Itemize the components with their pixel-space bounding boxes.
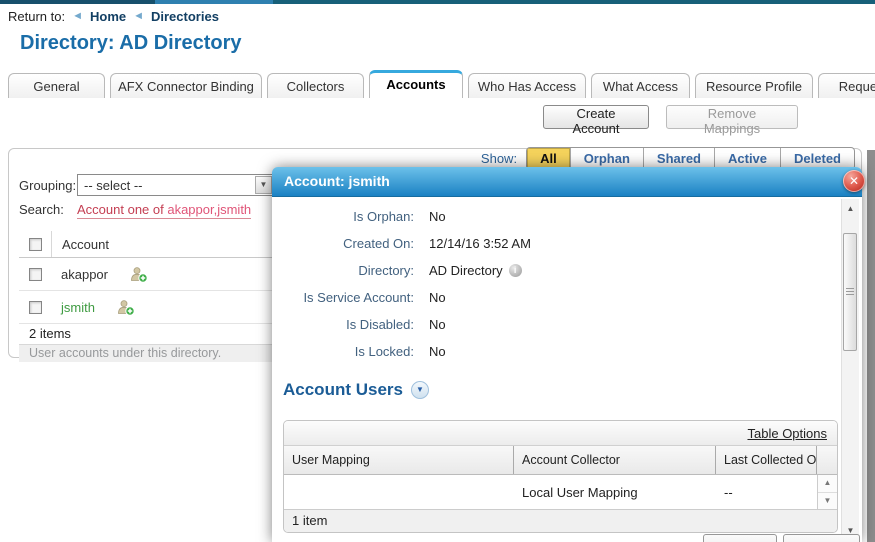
dialog-footer-button-partial[interactable] — [703, 534, 777, 542]
column-header-account-collector[interactable]: Account Collector — [514, 446, 716, 474]
table-toolbar: Table Options — [284, 421, 837, 446]
account-users-table: Table Options User Mapping Account Colle… — [283, 420, 838, 533]
back-arrow-icon: ◄ — [133, 11, 144, 22]
select-all-checkbox[interactable] — [29, 238, 42, 251]
top-accent-bar — [0, 0, 875, 4]
field-label: Is Locked: — [272, 344, 414, 359]
filter-active[interactable]: Active — [714, 148, 780, 169]
field-label: Directory: — [272, 263, 414, 278]
dialog-scrollbar[interactable]: ▲ ▼ — [841, 199, 859, 542]
account-link[interactable]: jsmith — [61, 300, 95, 315]
field-value: No — [429, 209, 446, 224]
account-collector-cell: Local User Mapping — [514, 485, 716, 500]
page-title: Directory: AD Directory — [20, 32, 242, 55]
grip-icon — [846, 288, 854, 296]
field-row: Is Orphan: No — [272, 203, 531, 230]
close-icon[interactable]: ✕ — [843, 170, 865, 192]
chevron-down-icon[interactable]: ▼ — [411, 381, 429, 399]
app-window: Return to: ◄ Home ◄ Directories Director… — [0, 0, 875, 542]
table-options-link[interactable]: Table Options — [748, 426, 828, 441]
field-value: 12/14/16 3:52 AM — [429, 236, 531, 251]
account-column-header[interactable]: Account — [62, 237, 109, 252]
tab-resource-profile[interactable]: Resource Profile — [695, 73, 813, 98]
grouping-select[interactable]: -- select -- ▼ — [77, 174, 275, 196]
grouping-selected-value: -- select -- — [84, 178, 143, 193]
inner-scrollbar: ▲ ▼ — [817, 475, 837, 509]
field-value: AD Directory — [429, 263, 503, 278]
grouping-label: Grouping: — [19, 178, 77, 193]
column-header-last-collected-on[interactable]: Last Collected On — [716, 446, 817, 474]
show-label: Show: — [481, 151, 517, 166]
page-edge-strip — [867, 150, 875, 542]
search-label: Search: — [19, 202, 77, 217]
dialog-footer-button-partial[interactable] — [783, 534, 860, 542]
dialog-title: Account: jsmith — [284, 167, 390, 196]
field-label: Is Disabled: — [272, 317, 414, 332]
breadcrumb: Return to: ◄ Home ◄ Directories — [8, 9, 219, 24]
search-criteria-terms: akappor,jsmith — [167, 202, 251, 217]
field-row: Is Locked: No — [272, 338, 531, 365]
scroll-up-icon[interactable]: ▲ — [818, 475, 837, 493]
tab-accounts[interactable]: Accounts — [369, 70, 463, 98]
tab-general[interactable]: General — [8, 73, 105, 98]
grouping-row: Grouping: -- select -- ▼ — [19, 174, 275, 196]
last-collected-on-cell: -- — [716, 485, 817, 500]
column-header-user-mapping[interactable]: User Mapping — [284, 446, 514, 474]
field-label: Created On: — [272, 236, 414, 251]
info-icon[interactable]: i — [509, 264, 522, 277]
section-title: Account Users — [283, 380, 403, 400]
account-users-section-header: Account Users ▼ — [283, 380, 429, 400]
return-to-label: Return to: — [8, 9, 65, 24]
scroll-down-icon[interactable]: ▼ — [818, 493, 837, 510]
tab-bar: General AFX Connector Binding Collectors… — [8, 70, 875, 98]
add-user-mapping-icon[interactable] — [130, 266, 148, 283]
field-value: No — [429, 290, 446, 305]
filter-all[interactable]: All — [527, 148, 570, 169]
back-arrow-icon: ◄ — [72, 11, 83, 22]
tab-request[interactable]: Request — [818, 73, 875, 98]
filter-shared[interactable]: Shared — [643, 148, 714, 169]
breadcrumb-directories[interactable]: Directories — [151, 9, 219, 24]
field-value: No — [429, 344, 446, 359]
field-row: Is Disabled: No — [272, 311, 531, 338]
search-criteria-prefix: Account one of — [77, 202, 167, 217]
table-row: Local User Mapping -- ▲ ▼ — [284, 475, 837, 510]
chevron-down-icon[interactable]: ▼ — [255, 176, 272, 194]
field-row: Directory: AD Directory i — [272, 257, 531, 284]
tab-collectors[interactable]: Collectors — [267, 73, 364, 98]
tab-afx-connector-binding[interactable]: AFX Connector Binding — [110, 73, 262, 98]
filter-orphan[interactable]: Orphan — [570, 148, 643, 169]
row-checkbox[interactable] — [29, 268, 42, 281]
filter-deleted[interactable]: Deleted — [780, 148, 854, 169]
dialog-titlebar[interactable]: Account: jsmith ✕ — [272, 167, 862, 197]
users-table-header: User Mapping Account Collector Last Coll… — [284, 446, 837, 475]
item-count: 1 item — [284, 510, 837, 532]
field-row: Is Service Account: No — [272, 284, 531, 311]
account-link[interactable]: akappor — [61, 267, 108, 282]
add-user-mapping-icon[interactable] — [117, 299, 135, 316]
breadcrumb-home[interactable]: Home — [90, 9, 126, 24]
field-label: Is Service Account: — [272, 290, 414, 305]
account-details-dialog: Account: jsmith ✕ Is Orphan: No Created … — [272, 167, 862, 542]
create-account-button[interactable]: Create Account — [543, 105, 649, 129]
field-label: Is Orphan: — [272, 209, 414, 224]
search-row: Search: Account one of akappor,jsmith — [19, 202, 251, 219]
tab-what-access[interactable]: What Access — [591, 73, 690, 98]
scroll-up-icon[interactable]: ▲ — [842, 201, 859, 217]
row-checkbox[interactable] — [29, 301, 42, 314]
account-detail-fields: Is Orphan: No Created On: 12/14/16 3:52 … — [272, 203, 531, 365]
field-value: No — [429, 317, 446, 332]
field-row: Created On: 12/14/16 3:52 AM — [272, 230, 531, 257]
search-criteria-link[interactable]: Account one of akappor,jsmith — [77, 202, 251, 219]
remove-mappings-button[interactable]: Remove Mappings — [666, 105, 798, 129]
tab-who-has-access[interactable]: Who Has Access — [468, 73, 586, 98]
scrollbar-thumb[interactable] — [843, 233, 857, 351]
column-header-spacer — [817, 446, 837, 474]
